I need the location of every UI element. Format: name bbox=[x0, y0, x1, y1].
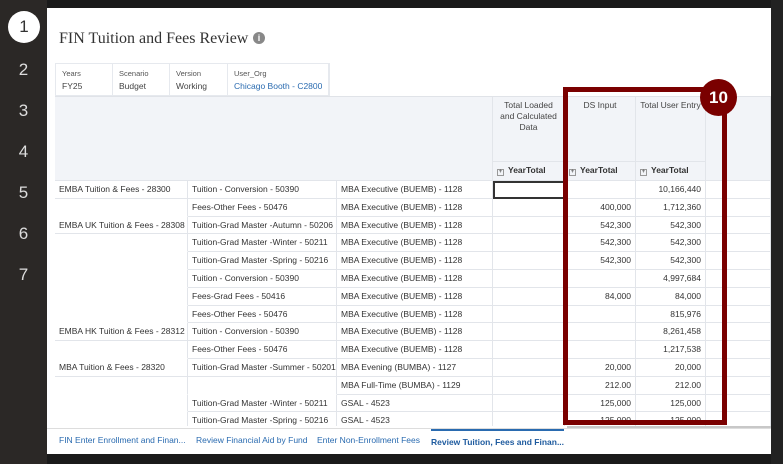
row-label: MBA Executive (BUEMB) - 1128 bbox=[337, 341, 493, 359]
row-label bbox=[55, 341, 188, 359]
row-label: MBA Executive (BUEMB) - 1128 bbox=[337, 234, 493, 253]
row-label: MBA Executive (BUEMB) - 1128 bbox=[337, 323, 493, 342]
data-cell[interactable] bbox=[493, 394, 565, 413]
step-6[interactable]: 6 bbox=[0, 223, 47, 245]
info-icon[interactable]: i bbox=[253, 32, 265, 44]
row-label: MBA Executive (BUEMB) - 1128 bbox=[337, 270, 493, 288]
data-cell[interactable] bbox=[493, 216, 565, 235]
pov-label: Scenario bbox=[119, 69, 149, 78]
expand-icon[interactable]: + bbox=[497, 169, 504, 176]
data-cell[interactable] bbox=[493, 376, 565, 395]
row-label: MBA Evening (BUMBA) - 1127 bbox=[337, 359, 493, 377]
row-label: MBA Executive (BUEMB) - 1128 bbox=[337, 216, 493, 235]
data-cell[interactable] bbox=[493, 270, 565, 288]
form-tabs: FIN Enter Enrollment and Finan... Review … bbox=[47, 428, 771, 454]
row-label: Tuition-Grad Master -Winter - 50211 bbox=[188, 234, 337, 253]
row-label bbox=[55, 198, 188, 217]
pov-value: Budget bbox=[119, 81, 146, 91]
row-label: MBA Full-Time (BUMBA) - 1129 bbox=[337, 376, 493, 395]
pov-scenario[interactable]: Scenario Budget bbox=[113, 64, 170, 95]
pov-label: Years bbox=[62, 69, 81, 78]
data-cell[interactable] bbox=[493, 252, 565, 270]
data-cell[interactable] bbox=[493, 234, 565, 253]
row-label bbox=[55, 376, 188, 395]
step-sidebar: 1 2 3 4 5 6 7 bbox=[0, 0, 47, 464]
data-cell[interactable] bbox=[493, 323, 565, 342]
tab-0[interactable]: FIN Enter Enrollment and Finan... bbox=[59, 435, 186, 445]
step-3[interactable]: 3 bbox=[0, 100, 47, 122]
row-label bbox=[55, 412, 188, 426]
row-label: Fees-Other Fees - 50476 bbox=[188, 341, 337, 359]
row-label bbox=[55, 394, 188, 413]
data-cell[interactable] bbox=[493, 181, 565, 199]
data-cell[interactable] bbox=[493, 359, 565, 377]
row-label: Tuition - Conversion - 50390 bbox=[188, 323, 337, 342]
row-header-corner bbox=[55, 97, 493, 181]
row-label: MBA Executive (BUEMB) - 1128 bbox=[337, 305, 493, 324]
row-label: MBA Executive (BUEMB) - 1128 bbox=[337, 252, 493, 270]
pov-label: User_Org bbox=[234, 69, 267, 78]
callout-highlight-box bbox=[563, 87, 727, 425]
pov-value: FY25 bbox=[62, 81, 83, 91]
row-label: MBA Executive (BUEMB) - 1128 bbox=[337, 287, 493, 306]
row-label: Tuition-Grad Master -Autumn - 50206 bbox=[188, 216, 337, 235]
row-label bbox=[188, 376, 337, 395]
row-label: Tuition-Grad Master -Winter - 50211 bbox=[188, 394, 337, 413]
tab-1[interactable]: Review Financial Aid by Fund bbox=[196, 435, 308, 445]
pov-bar: Years FY25 Scenario Budget Version Working Use… bbox=[55, 63, 331, 96]
pov-value: Chicago Booth - C2800 bbox=[234, 81, 323, 91]
row-label bbox=[55, 234, 188, 253]
column-header: Total Loaded and Calculated Data bbox=[493, 97, 565, 162]
pov-value: Working bbox=[176, 81, 208, 91]
row-label: GSAL - 4523 bbox=[337, 394, 493, 413]
data-cell[interactable] bbox=[493, 287, 565, 306]
row-label: EMBA HK Tuition & Fees - 28312 bbox=[55, 323, 188, 342]
row-label: MBA Executive (BUEMB) - 1128 bbox=[337, 198, 493, 217]
row-label: GSAL - 4523 bbox=[337, 412, 493, 426]
row-label: Tuition - Conversion - 50390 bbox=[188, 270, 337, 288]
pov-user-org[interactable]: User_Org Chicago Booth - C2800 bbox=[228, 64, 330, 95]
step-1[interactable]: 1 bbox=[8, 11, 40, 43]
callout-badge: 10 bbox=[700, 79, 737, 116]
row-label: Tuition-Grad Master -Spring - 50216 bbox=[188, 252, 337, 270]
row-label: Tuition-Grad Master -Summer - 50201 bbox=[188, 359, 337, 377]
data-cell[interactable] bbox=[493, 305, 565, 324]
step-2[interactable]: 2 bbox=[0, 59, 47, 81]
tab-2[interactable]: Enter Non-Enrollment Fees bbox=[317, 435, 420, 445]
row-label: MBA Executive (BUEMB) - 1128 bbox=[337, 181, 493, 199]
pov-years[interactable]: Years FY25 bbox=[56, 64, 113, 95]
pov-version[interactable]: Version Working bbox=[170, 64, 228, 95]
pov-label: Version bbox=[176, 69, 202, 78]
step-5[interactable]: 5 bbox=[0, 182, 47, 204]
row-label bbox=[55, 252, 188, 270]
row-label bbox=[55, 305, 188, 324]
row-label: EMBA Tuition & Fees - 28300 bbox=[55, 181, 188, 199]
data-cell[interactable] bbox=[493, 198, 565, 217]
row-label: Fees-Other Fees - 50476 bbox=[188, 305, 337, 324]
column-subheader[interactable]: + YearTotal bbox=[493, 162, 565, 181]
step-7[interactable]: 7 bbox=[0, 264, 47, 286]
page-title: FIN Tuition and Fees Review bbox=[59, 30, 249, 47]
row-label: Fees-Other Fees - 50476 bbox=[188, 198, 337, 217]
row-label: Tuition - Conversion - 50390 bbox=[188, 181, 337, 199]
row-label: Fees-Grad Fees - 50416 bbox=[188, 287, 337, 306]
data-cell[interactable] bbox=[493, 341, 565, 359]
data-cell[interactable] bbox=[493, 412, 565, 426]
row-label bbox=[55, 287, 188, 306]
row-label: MBA Tuition & Fees - 28320 bbox=[55, 359, 188, 377]
tab-3[interactable]: Review Tuition, Fees and Finan... bbox=[431, 429, 565, 447]
window-frame bbox=[771, 0, 783, 464]
row-label: EMBA UK Tuition & Fees - 28308 bbox=[55, 216, 188, 235]
step-4[interactable]: 4 bbox=[0, 141, 47, 163]
row-label bbox=[55, 270, 188, 288]
row-label: Tuition-Grad Master -Spring - 50216 bbox=[188, 412, 337, 426]
subheader-label: YearTotal bbox=[508, 165, 546, 175]
